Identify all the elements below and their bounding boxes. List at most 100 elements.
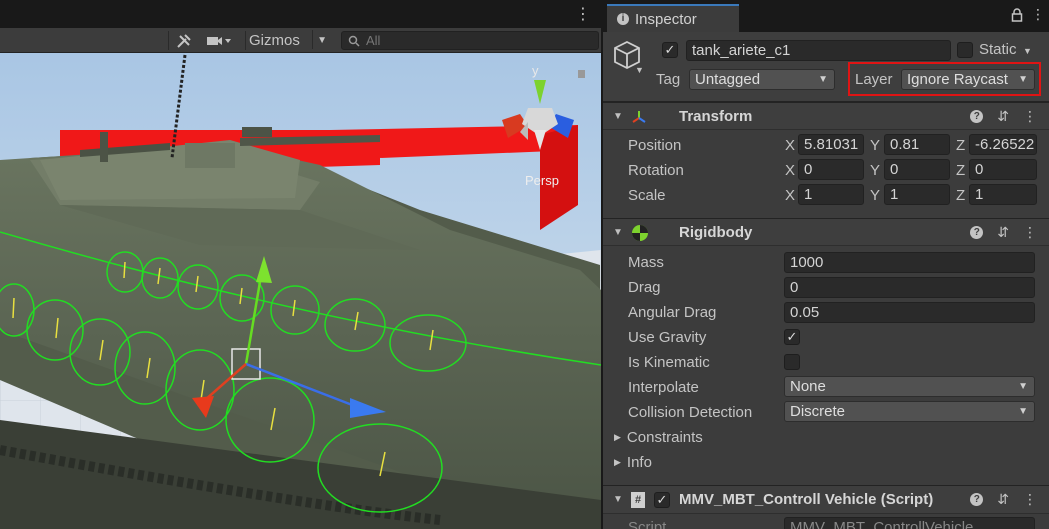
chevron-down-icon: ▼ <box>818 74 828 85</box>
scale-label[interactable]: Scale <box>628 187 666 204</box>
tab-inspector-label: Inspector <box>635 10 697 28</box>
component-menu-icon[interactable]: ⋮ <box>1023 224 1037 241</box>
foldout-arrow-icon[interactable]: ▼ <box>613 111 623 122</box>
gizmos-dropdown[interactable]: Gizmos ▼ <box>246 30 332 51</box>
position-z-label[interactable]: Z <box>956 137 965 154</box>
position-label[interactable]: Position <box>628 137 681 154</box>
position-y-label[interactable]: Y <box>870 137 880 154</box>
info-icon: i <box>617 13 629 25</box>
toolbar-divider <box>168 31 169 50</box>
scene-view-panel: ⋮ Gizmos ▼ All y Persp <box>0 0 601 529</box>
scale-y-label[interactable]: Y <box>870 187 880 204</box>
component-menu-icon[interactable]: ⋮ <box>1023 491 1037 508</box>
object-name-field[interactable]: tank_ariete_c1 <box>686 40 951 61</box>
layer-value: Ignore Raycast <box>907 71 1008 88</box>
constraints-label: Constraints <box>626 429 703 446</box>
script-component-title: MMV_MBT_Controll Vehicle (Script) <box>679 491 934 508</box>
layer-dropdown[interactable]: Ignore Raycast ▼ <box>901 69 1035 90</box>
transform-icon <box>631 109 647 129</box>
mass-field[interactable]: 1000 <box>784 252 1035 273</box>
mass-label[interactable]: Mass <box>628 254 664 271</box>
foldout-right-icon: ▶ <box>614 432 621 442</box>
presets-icon[interactable]: ⇵ <box>997 491 1009 508</box>
static-label[interactable]: Static <box>979 41 1017 58</box>
tag-value: Untagged <box>695 71 761 88</box>
foldout-arrow-icon[interactable]: ▼ <box>613 227 623 238</box>
script-field[interactable]: MMV_MBT_ControllVehicle <box>784 517 1035 529</box>
chevron-down-icon: ▼ <box>1018 381 1028 392</box>
script-label: Script <box>628 519 667 529</box>
foldout-arrow-icon[interactable]: ▼ <box>613 494 623 505</box>
help-icon[interactable]: ? <box>970 226 984 239</box>
rotation-x-label[interactable]: X <box>785 162 795 179</box>
interpolate-value: None <box>790 378 826 395</box>
collision-detection-dropdown[interactable]: Discrete ▼ <box>784 401 1035 422</box>
scale-z-label[interactable]: Z <box>956 187 965 204</box>
axis-y-label: y <box>532 63 539 78</box>
rigidbody-icon <box>631 224 649 246</box>
tag-dropdown[interactable]: Untagged ▼ <box>689 69 835 90</box>
drag-field[interactable]: 0 <box>784 277 1035 298</box>
rotation-z-field[interactable]: 0 <box>969 159 1037 180</box>
foldout-right-icon: ▶ <box>614 457 621 467</box>
layer-label: Layer <box>855 71 893 88</box>
tools-icon[interactable] <box>176 30 192 51</box>
scale-x-label[interactable]: X <box>785 187 795 204</box>
gizmos-divider <box>312 30 313 49</box>
tab-inspector[interactable]: i Inspector <box>607 4 739 32</box>
presets-icon[interactable]: ⇵ <box>997 224 1009 241</box>
angular-drag-label[interactable]: Angular Drag <box>628 304 716 321</box>
help-icon[interactable]: ? <box>970 493 984 506</box>
help-icon[interactable]: ? <box>970 110 984 123</box>
drag-label[interactable]: Drag <box>628 279 661 296</box>
rotation-z-label[interactable]: Z <box>956 162 965 179</box>
use-gravity-checkbox[interactable]: ✓ <box>784 329 800 345</box>
active-checkbox[interactable]: ✓ <box>662 42 678 58</box>
scale-z-field[interactable]: 1 <box>969 184 1037 205</box>
position-y-field[interactable]: 0.81 <box>884 134 950 155</box>
rotation-y-label[interactable]: Y <box>870 162 880 179</box>
static-checkbox[interactable] <box>957 42 973 58</box>
gizmos-label: Gizmos <box>249 32 300 49</box>
lock-icon[interactable] <box>1011 8 1023 25</box>
constraints-foldout[interactable]: ▶ Constraints <box>614 429 703 446</box>
script-component-header[interactable]: ▼ # ✓ MMV_MBT_Controll Vehicle (Script) … <box>603 485 1049 514</box>
collision-detection-label: Collision Detection <box>628 404 753 421</box>
is-kinematic-checkbox[interactable] <box>784 354 800 370</box>
chevron-down-icon: ▼ <box>1018 74 1028 85</box>
scale-x-field[interactable]: 1 <box>798 184 864 205</box>
scene-menu-icon[interactable]: ⋮ <box>575 7 591 23</box>
camera-icon[interactable] <box>206 30 232 51</box>
gameobject-header: ▼ ✓ tank_ariete_c1 Static ▼ Tag Untagged… <box>603 32 1049 102</box>
chevron-down-icon: ▼ <box>317 35 327 46</box>
component-menu-icon[interactable]: ⋮ <box>1023 108 1037 125</box>
search-icon <box>348 35 360 47</box>
interpolate-dropdown[interactable]: None ▼ <box>784 376 1035 397</box>
position-z-field[interactable]: -6.26522 <box>969 134 1037 155</box>
script-icon: # <box>631 492 645 508</box>
interpolate-label: Interpolate <box>628 379 699 396</box>
is-kinematic-label: Is Kinematic <box>628 354 710 371</box>
position-x-field[interactable]: 5.81031 <box>798 134 864 155</box>
rotation-label[interactable]: Rotation <box>628 162 684 179</box>
static-dropdown-chevron-icon[interactable]: ▼ <box>1023 46 1032 56</box>
menu-kebab-icon[interactable]: ⋮ <box>1031 6 1045 23</box>
icon-dropdown-chevron-icon[interactable]: ▼ <box>635 65 644 75</box>
search-placeholder: All <box>366 33 381 48</box>
persp-label[interactable]: Persp <box>525 173 559 188</box>
rigidbody-header[interactable]: ▼ Rigidbody ? ⇵ ⋮ <box>603 218 1049 246</box>
scene-viewport[interactable]: y Persp <box>0 53 601 529</box>
chevron-down-icon: ▼ <box>1018 406 1028 417</box>
info-foldout[interactable]: ▶ Info <box>614 454 652 471</box>
use-gravity-label: Use Gravity <box>628 329 707 346</box>
script-enabled-checkbox[interactable]: ✓ <box>654 492 670 508</box>
transform-header[interactable]: ▼ Transform ? ⇵ ⋮ <box>603 102 1049 130</box>
scene-search-input[interactable]: All <box>341 31 599 50</box>
rotation-y-field[interactable]: 0 <box>884 159 950 180</box>
position-x-label[interactable]: X <box>785 137 795 154</box>
angular-drag-field[interactable]: 0.05 <box>784 302 1035 323</box>
scale-y-field[interactable]: 1 <box>884 184 950 205</box>
presets-icon[interactable]: ⇵ <box>997 108 1009 125</box>
rotation-x-field[interactable]: 0 <box>798 159 864 180</box>
inspector-panel: i Inspector ⋮ ▼ ✓ tank_ariete_c1 Static … <box>603 0 1049 529</box>
